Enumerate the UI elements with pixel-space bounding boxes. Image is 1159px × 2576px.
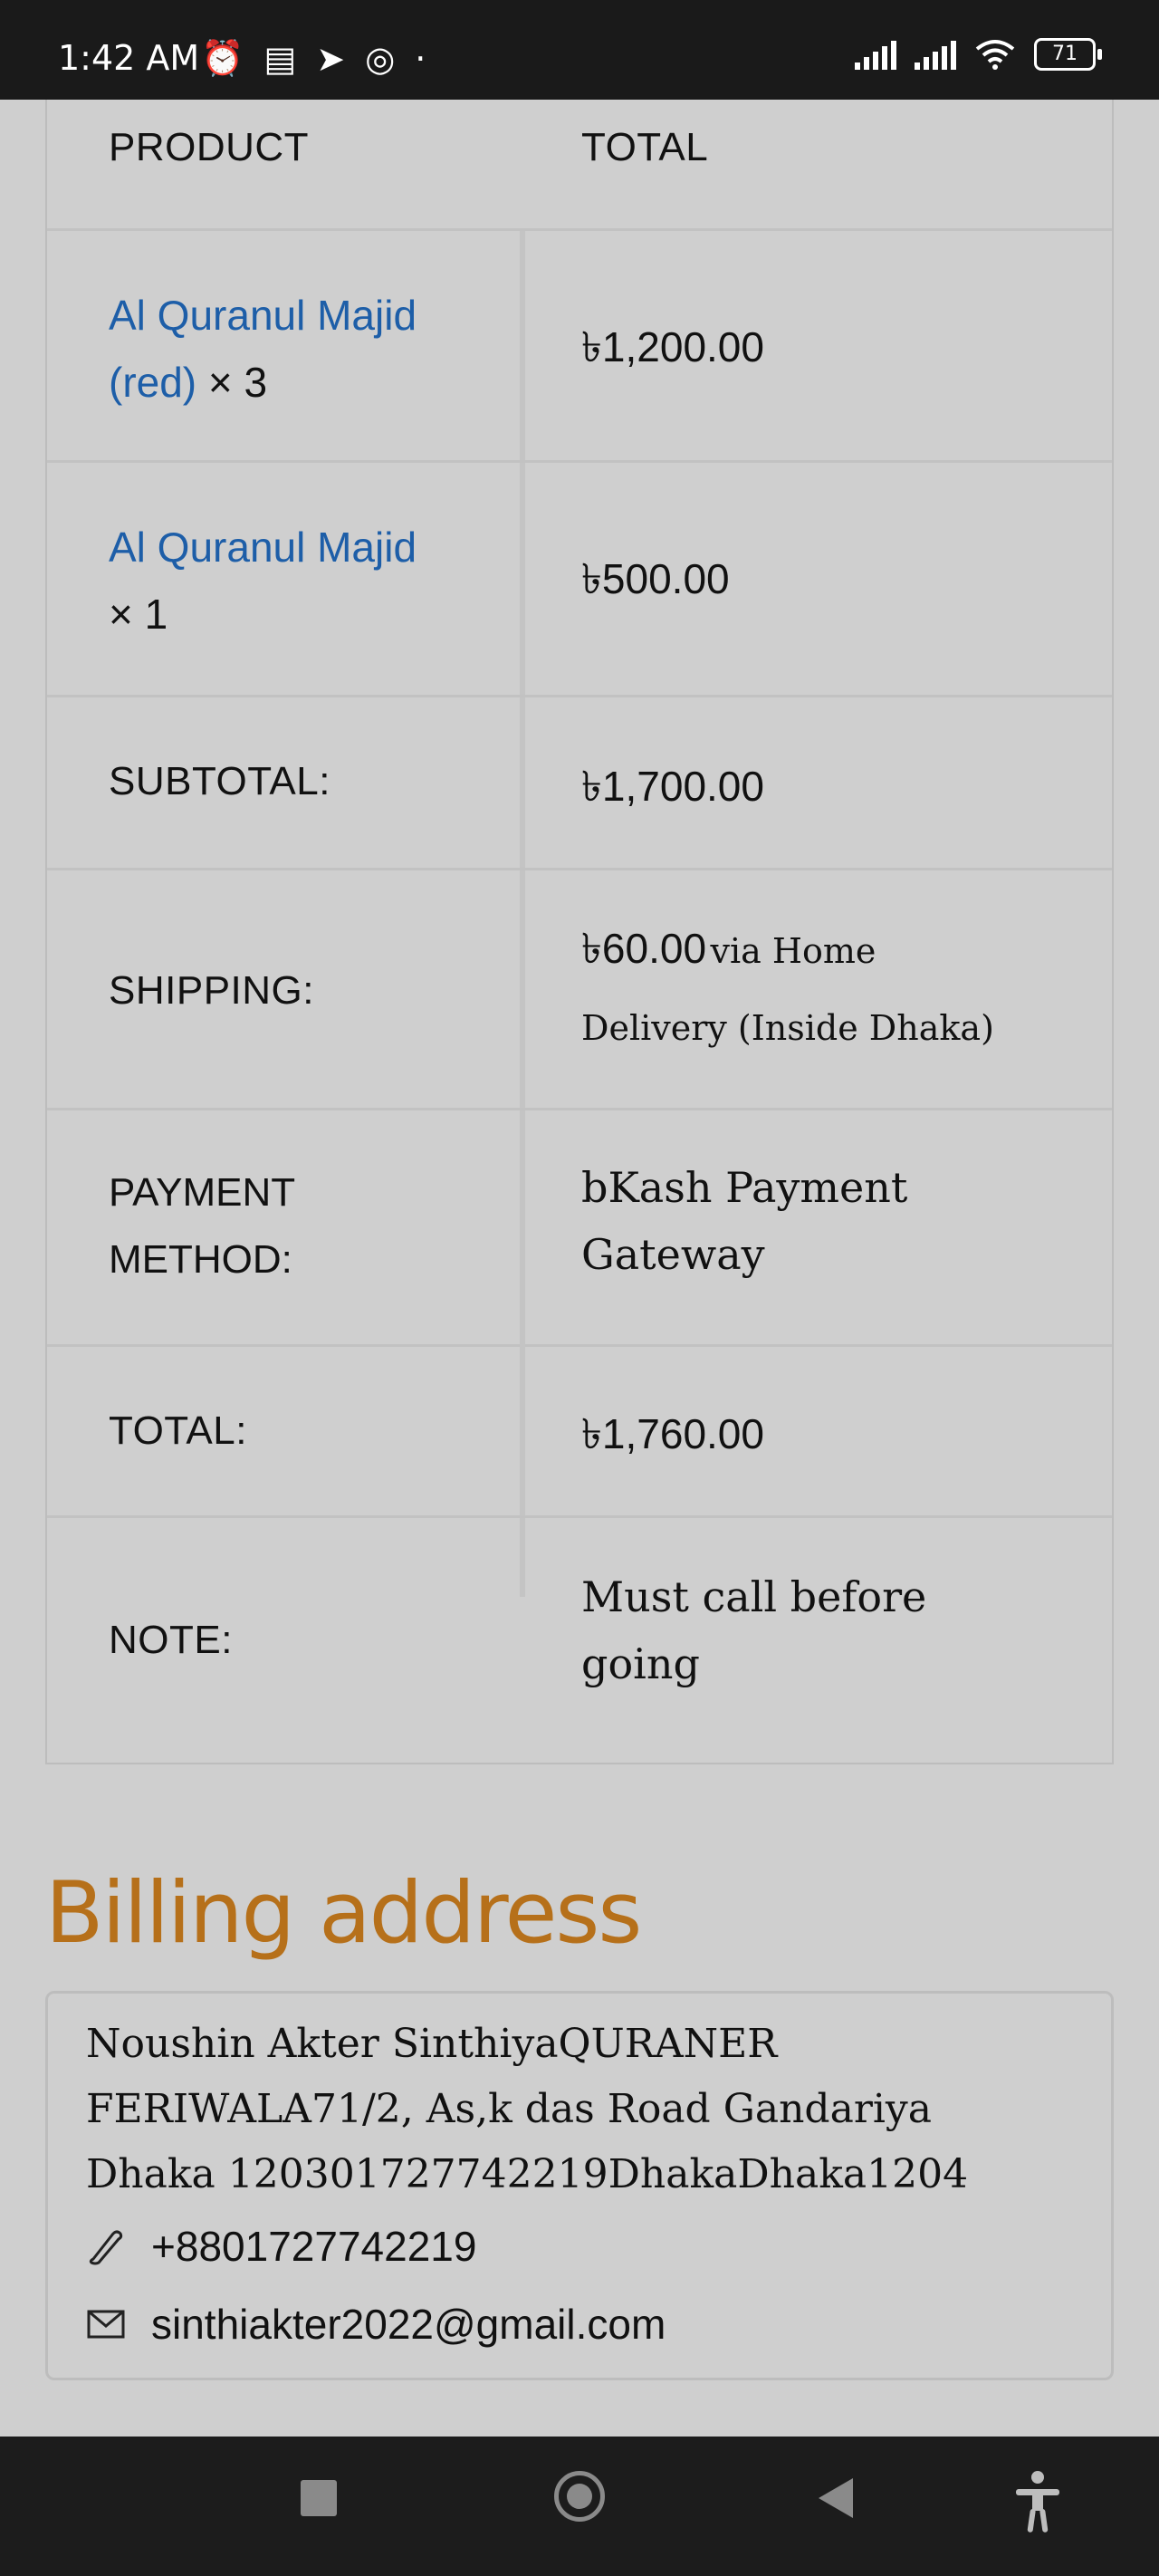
subtotal-label: SUBTOTAL: [109, 759, 330, 803]
payment-value: bKash Payment Gateway [581, 1154, 907, 1288]
phone-icon [89, 2230, 123, 2265]
product-link[interactable]: Al Quranul Majid [109, 292, 417, 339]
total-row: TOTAL: ৳1,760.00 [47, 1347, 1112, 1515]
note-line2: going [581, 1639, 700, 1688]
shipping-method-line2: Delivery (Inside Dhaka) [581, 1008, 994, 1048]
address-line: Dhaka 120301727742219DhakaDhaka1204 [86, 2151, 969, 2197]
product-link[interactable]: Al Quranul Majid [109, 524, 417, 571]
payment-value-line1: bKash Payment [581, 1163, 908, 1212]
send-icon: ➤ [316, 38, 346, 79]
status-time: 1:42 AM [58, 38, 200, 78]
back-icon[interactable] [819, 2478, 853, 2518]
accessibility-icon[interactable] [1012, 2469, 1063, 2534]
product-column-header: PRODUCT [109, 125, 310, 169]
mail-icon [87, 2310, 125, 2339]
shipping-value: ৳60.00 via Home Delivery (Inside Dhaka) [581, 914, 994, 1071]
address-line: Noushin Akter SinthiyaQURANER [86, 2021, 778, 2067]
signal-2-icon [915, 39, 956, 70]
recent-apps-icon[interactable] [301, 2480, 337, 2516]
status-bar: 1:42 AM ⏰ ▤ ➤ ◎ · 71 [0, 0, 1159, 100]
billing-address-box: Noushin Akter SinthiyaQURANER FERIWALA71… [45, 1991, 1114, 2380]
note-row: NOTE: Must call before going [47, 1518, 1112, 1764]
item-total: ৳1,200.00 [581, 323, 764, 370]
order-item-name: Al Quranul Majid (red) × 3 [109, 282, 417, 416]
system-icons: 71 [855, 38, 1102, 71]
payment-label-line2: METHOD: [109, 1237, 292, 1282]
subtotal-row: SUBTOTAL: ৳1,700.00 [47, 697, 1112, 868]
billing-address-heading: Billing address [45, 1864, 642, 1963]
product-variant-link[interactable]: (red) [109, 359, 196, 406]
shipping-row: SHIPPING: ৳60.00 via Home Delivery (Insi… [47, 870, 1112, 1108]
payment-label: PAYMENT METHOD: [109, 1159, 295, 1293]
shipping-amount: ৳60.00 [581, 925, 707, 972]
product-quantity: × 3 [207, 359, 268, 406]
product-quantity: × 1 [109, 591, 168, 638]
table-header-row: PRODUCT TOTAL [47, 100, 1112, 228]
muted-alarm-icon: ⏰ [201, 38, 244, 78]
table-row: Al Quranul Majid (red) × 3 ৳1,200.00 [47, 231, 1112, 460]
system-navigation-bar [0, 2437, 1159, 2576]
order-details-table: PRODUCT TOTAL Al Quranul Majid (red) × 3… [45, 100, 1114, 1764]
email-address[interactable]: sinthiakter2022@gmail.com [151, 2300, 666, 2349]
payment-label-line1: PAYMENT [109, 1170, 296, 1215]
payment-value-line2: Gateway [581, 1230, 765, 1279]
total-column-header: TOTAL [581, 125, 709, 169]
home-icon[interactable] [554, 2471, 605, 2522]
billing-email: sinthiakter2022@gmail.com [86, 2300, 666, 2349]
shipping-method-line1: via Home [710, 931, 876, 971]
note-line1: Must call before [581, 1572, 927, 1621]
battery-icon: 71 [1034, 38, 1102, 71]
note-value: Must call before going [581, 1563, 926, 1697]
order-item-name: Al Quranul Majid × 1 [109, 514, 417, 648]
total-value: ৳1,760.00 [581, 1410, 764, 1457]
billing-phone: +8801727742219 [86, 2222, 476, 2271]
payment-row: PAYMENT METHOD: bKash Payment Gateway [47, 1110, 1112, 1344]
whatsapp-icon: ◎ [365, 38, 396, 79]
item-total: ৳500.00 [581, 555, 730, 602]
note-label: NOTE: [109, 1618, 233, 1662]
more-dot-icon: · [415, 38, 426, 79]
shipping-label: SHIPPING: [109, 968, 314, 1013]
phone-number[interactable]: +8801727742219 [151, 2222, 476, 2271]
address-line: FERIWALA71/2, As,k das Road Gandariya [86, 2086, 933, 2132]
table-row: Al Quranul Majid × 1 ৳500.00 [47, 463, 1112, 695]
total-label: TOTAL: [109, 1408, 247, 1453]
notification-icons: ⏰ ▤ ➤ ◎ · [201, 38, 426, 79]
subtotal-value: ৳1,700.00 [581, 763, 764, 810]
wifi-icon [975, 40, 1015, 70]
signal-1-icon [855, 39, 896, 70]
message-icon: ▤ [263, 38, 297, 79]
